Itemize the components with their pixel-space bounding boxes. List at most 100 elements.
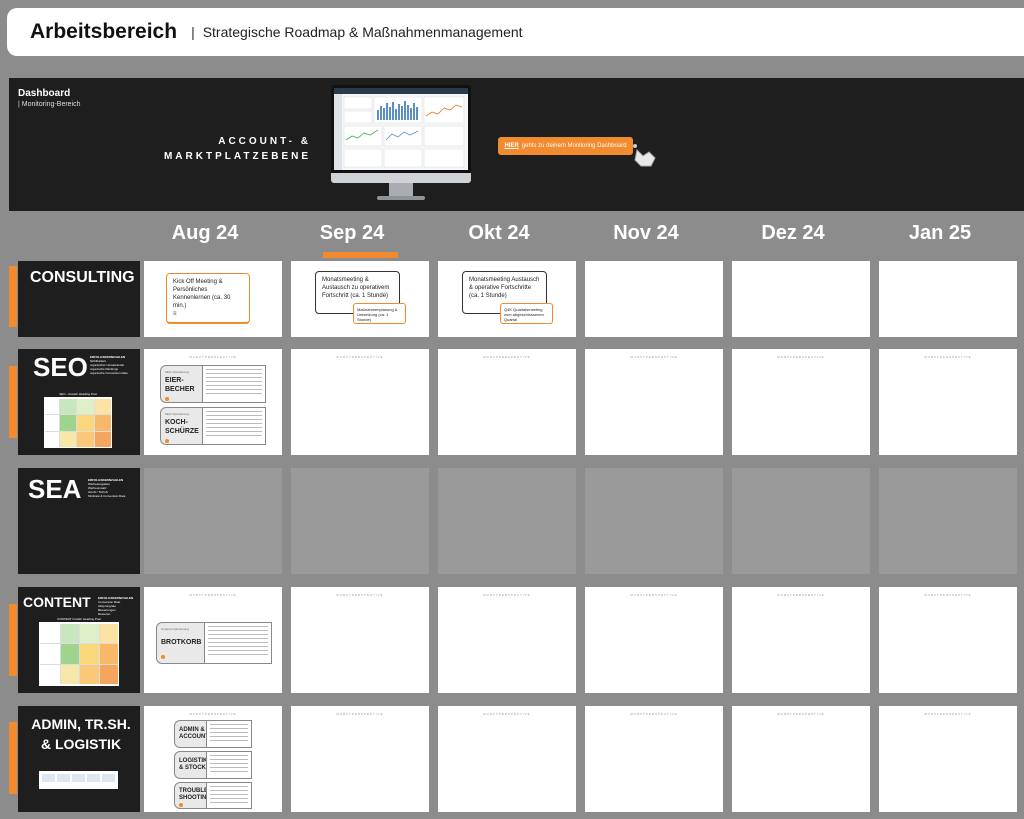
seo-cell-nov[interactable]: MARKTPERSPEKTIVE	[585, 349, 723, 455]
admin-cell-nov[interactable]: MARKTPERSPEKTIVE	[585, 706, 723, 812]
watermark: MARKTPERSPEKTIVE	[924, 712, 972, 716]
month-header-row: Aug 24 Sep 24 Okt 24 Nov 24 Dez 24 Jan 2…	[0, 222, 1024, 252]
admin-cell-dez[interactable]: MARKTPERSPEKTIVE	[732, 706, 870, 812]
status-dot-icon	[179, 803, 183, 807]
kickoff-card-text: Kick Off Meeting & Persönliches Kennenle…	[173, 279, 231, 309]
month-jan[interactable]: Jan 25	[871, 222, 1009, 245]
month-okt[interactable]: Okt 24	[430, 222, 568, 245]
product-sheet-kochschuerze[interactable]	[202, 407, 266, 445]
watermark: MARKTPERSPEKTIVE	[189, 355, 237, 359]
admin-sheet-account[interactable]	[206, 720, 252, 748]
watermark: MARKTPERSPEKTIVE	[336, 593, 384, 597]
content-cell-nov[interactable]: MARKTPERSPEKTIVE	[585, 587, 723, 693]
status-dot-icon	[165, 397, 169, 401]
admin-cell-okt[interactable]: MARKTPERSPEKTIVE	[438, 706, 576, 812]
admin-sheet-troubleshooting[interactable]	[206, 782, 252, 809]
admin-cell-sep[interactable]: MARKTPERSPEKTIVE	[291, 706, 429, 812]
seo-cell-okt[interactable]: MARKTPERSPEKTIVE	[438, 349, 576, 455]
admin-sheet-logistik[interactable]	[206, 751, 252, 779]
month-dez[interactable]: Dez 24	[724, 222, 862, 245]
watermark: MARKTPERSPEKTIVE	[483, 593, 531, 597]
seo-cell-jan[interactable]: MARKTPERSPEKTIVE	[879, 349, 1017, 455]
sea-cell-sep[interactable]: MARKTPERSPEKTIVE	[291, 468, 429, 574]
consulting-label-panel: CONSULTING	[18, 261, 140, 337]
month-sep[interactable]: Sep 24	[283, 222, 421, 245]
monitoring-dashboard-button[interactable]: HIER gehts zu deinem Monitoring Dashboar…	[498, 137, 633, 155]
watermark: MARKTPERSPEKTIVE	[483, 474, 531, 478]
quarter-subcard-okt[interactable]: Q4K Quartalsmeeting zum abgeschlossenen …	[500, 303, 553, 324]
seo-kpi-item: organische Conversion Rate	[90, 371, 128, 375]
status-dot-icon	[161, 655, 165, 659]
sea-cell-dez[interactable]: MARKTPERSPEKTIVE	[732, 468, 870, 574]
content-cell-sep[interactable]: MARKTPERSPEKTIVE	[291, 587, 429, 693]
content-growth-matrix[interactable]: CONTENT Growth Heading Post	[39, 616, 119, 686]
content-label: CONTENT	[23, 594, 91, 610]
sea-label: SEA	[28, 474, 82, 504]
content-kpi-list: ERFOLGSKENNZAHLEN Conversion Rate Abspru…	[98, 596, 140, 616]
monthly-meeting-text-okt: Monatsmeeting Austausch & operative Fort…	[469, 277, 540, 299]
watermark: MARKTPERSPEKTIVE	[777, 593, 825, 597]
month-nov[interactable]: Nov 24	[577, 222, 715, 245]
page-title: Arbeitsbereich	[30, 20, 178, 43]
content-cell-dez[interactable]: MARKTPERSPEKTIVE	[732, 587, 870, 693]
planning-subcard-sep[interactable]: Maßnahmenplanung & Umsetzung (ca. 1 Stun…	[353, 303, 406, 324]
product-sheet-brotkorb[interactable]	[204, 622, 272, 664]
content-label-panel: CONTENT ERFOLGSKENNZAHLEN Conversion Rat…	[18, 587, 140, 693]
consulting-cell-okt[interactable]: Monatsmeeting Austausch & operative Fort…	[438, 261, 576, 337]
seo-cell-sep[interactable]: MARKTPERSPEKTIVE	[291, 349, 429, 455]
content-matrix-title: CONTENT Growth Heading Post	[39, 616, 119, 622]
watermark: MARKTPERSPEKTIVE	[483, 712, 531, 716]
seo-label: SEO	[33, 352, 88, 382]
page-subtitle: Strategische Roadmap & Maßnahmenmanageme…	[202, 24, 523, 40]
kickoff-card[interactable]: Kick Off Meeting & Persönliches Kennenle…	[166, 273, 250, 324]
sea-cell-jan[interactable]: MARKTPERSPEKTIVE	[879, 468, 1017, 574]
pointer-hand-icon	[633, 144, 656, 167]
watermark: MARKTPERSPEKTIVE	[189, 712, 237, 716]
content-accent	[9, 604, 17, 676]
button-text: gehts zu deinem Monitoring Dashboard	[521, 143, 627, 149]
watermark: MARKTPERSPEKTIVE	[777, 474, 825, 478]
admin-cell-aug[interactable]: MARKTPERSPEKTIVE ADMIN & ACCOUNT LOGISTIK…	[144, 706, 282, 812]
product-name: KOCH- SCHÜRZE	[165, 419, 199, 435]
consulting-cell-sep[interactable]: Monatsmeeting & Austausch zu operativem …	[291, 261, 429, 337]
level-line-2: MARKTPLATZEBENE	[163, 151, 311, 162]
product-name: EIER- BECHER	[165, 377, 195, 393]
product-meta: SEO-Optimierung	[165, 370, 189, 374]
admin-card-name: ADMIN & ACCOUNT	[179, 727, 209, 740]
sea-cell-okt[interactable]: MARKTPERSPEKTIVE	[438, 468, 576, 574]
dashboard-banner: Dashboard | Monitoring-Bereich ACCOUNT- …	[9, 78, 1024, 211]
content-cell-aug[interactable]: MARKTPERSPEKTIVE Content-Optimierung BRO…	[144, 587, 282, 693]
admin-label: ADMIN, TR.SH. & LOGISTIK	[31, 716, 131, 752]
product-name: BROTKORB	[161, 639, 202, 646]
dashboard-subtitle: | Monitoring-Bereich	[18, 101, 81, 108]
seo-accent	[9, 366, 17, 438]
watermark: MARKTPERSPEKTIVE	[336, 355, 384, 359]
sea-cell-nov[interactable]: MARKTPERSPEKTIVE	[585, 468, 723, 574]
sea-cell-aug[interactable]: MARKTPERSPEKTIVE	[144, 468, 282, 574]
content-cell-jan[interactable]: MARKTPERSPEKTIVE	[879, 587, 1017, 693]
product-sheet-eierbecher[interactable]	[202, 365, 266, 403]
product-meta: Content-Optimierung	[161, 627, 189, 631]
level-heading: ACCOUNT- & MARKTPLATZEBENE	[159, 134, 311, 164]
consulting-cell-dez[interactable]	[732, 261, 870, 337]
seo-cell-dez[interactable]: MARKTPERSPEKTIVE	[732, 349, 870, 455]
consulting-cell-aug[interactable]: Kick Off Meeting & Persönliches Kennenle…	[144, 261, 282, 337]
quarter-subcard-text: Q4K Quartalsmeeting zum abgeschlossenen …	[504, 307, 544, 322]
watermark: MARKTPERSPEKTIVE	[777, 355, 825, 359]
admin-overview-preview[interactable]	[39, 767, 118, 789]
admin-cell-jan[interactable]: MARKTPERSPEKTIVE	[879, 706, 1017, 812]
consulting-accent	[9, 266, 17, 327]
watermark: MARKTPERSPEKTIVE	[630, 355, 678, 359]
consulting-cell-jan[interactable]	[879, 261, 1017, 337]
month-aug[interactable]: Aug 24	[136, 222, 274, 245]
workspace-header: Arbeitsbereich | Strategische Roadmap & …	[7, 8, 1024, 56]
seo-kpi-list: ERFOLGSKENNZAHLEN Sichtbarkeit organisch…	[90, 355, 138, 375]
seo-cell-aug[interactable]: MARKTPERSPEKTIVE SEO-Optimierung EIER- BE…	[144, 349, 282, 455]
consulting-cell-nov[interactable]	[585, 261, 723, 337]
content-cell-okt[interactable]: MARKTPERSPEKTIVE	[438, 587, 576, 693]
seo-growth-matrix[interactable]: SEO - Growth Heading Post	[44, 391, 112, 448]
admin-card-name: LOGISTIK & STOCK	[179, 758, 208, 771]
sea-kpi-item: Klickrate & Conversion Rate	[88, 494, 126, 498]
admin-label-panel: ADMIN, TR.SH. & LOGISTIK	[18, 706, 140, 812]
seo-label-panel: SEO ERFOLGSKENNZAHLEN Sichtbarkeit organ…	[18, 349, 140, 455]
